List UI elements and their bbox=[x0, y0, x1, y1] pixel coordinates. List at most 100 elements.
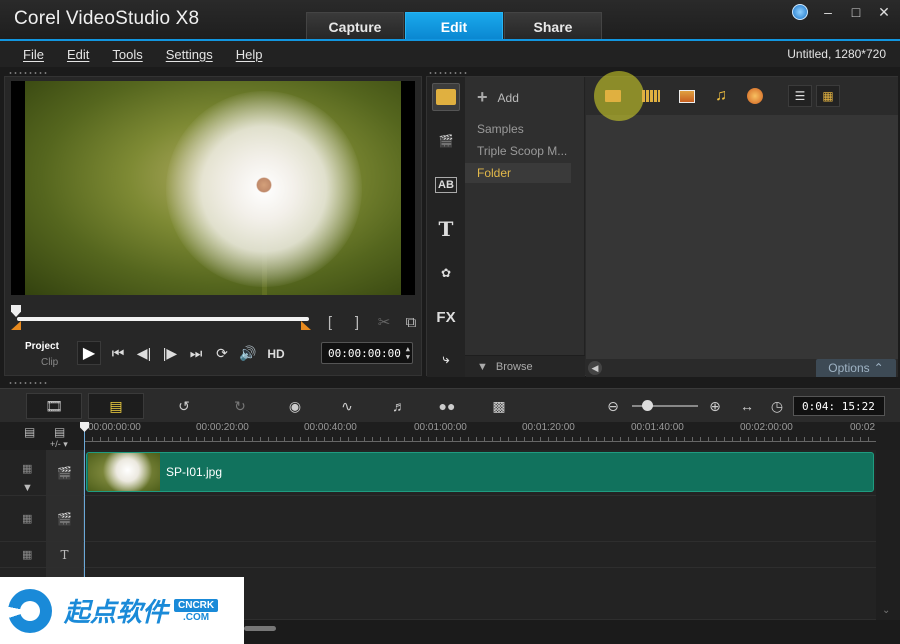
filter-icon[interactable]: FX bbox=[432, 303, 460, 331]
mark-out-button[interactable]: ] bbox=[350, 314, 364, 331]
scrubber-bar[interactable] bbox=[17, 317, 309, 321]
repeat-icon[interactable]: ⟳ bbox=[213, 345, 231, 362]
mode-clip[interactable]: Clip bbox=[25, 355, 59, 371]
dandelion-core bbox=[256, 177, 272, 193]
globe-icon[interactable] bbox=[792, 4, 808, 20]
ruler-label: 00:01:00:00 bbox=[414, 422, 467, 433]
options-button[interactable]: Options ⌃ bbox=[816, 359, 896, 377]
list-view-icon[interactable]: ☰ bbox=[788, 85, 812, 107]
undo-icon[interactable]: ↺ bbox=[172, 393, 196, 419]
folder-folder[interactable]: Folder bbox=[465, 163, 571, 183]
enlarge-preview-icon[interactable]: ⧉ bbox=[404, 314, 418, 331]
path-icon[interactable]: ⤷ bbox=[432, 345, 460, 373]
volume-icon[interactable]: 🔊 bbox=[239, 345, 257, 362]
collapse-left-icon[interactable]: ◀ bbox=[588, 361, 602, 375]
zoom-in-icon[interactable]: ⊕ bbox=[706, 393, 724, 419]
library-grip[interactable] bbox=[428, 71, 468, 75]
timeline-view-icon[interactable]: ▤ bbox=[88, 393, 144, 419]
browse-icon: ▼ bbox=[477, 360, 488, 373]
previous-frame-icon[interactable]: ◀| bbox=[135, 345, 153, 362]
track-lock-icon[interactable]: ▦ bbox=[22, 462, 32, 475]
video-filter-icon[interactable] bbox=[638, 85, 664, 107]
next-frame-icon[interactable]: |▶ bbox=[161, 345, 179, 362]
media-icon[interactable] bbox=[432, 83, 460, 111]
effects-filter-icon[interactable] bbox=[742, 85, 768, 107]
timeline-vertical-scrollbar[interactable]: ⌄ bbox=[876, 450, 900, 620]
end-icon[interactable]: ⏭ bbox=[187, 345, 205, 362]
graphic-icon[interactable]: ✿ bbox=[432, 259, 460, 287]
timeline-clip[interactable]: SP-I01.jpg bbox=[86, 452, 874, 492]
mode-selector[interactable]: Project Clip bbox=[25, 339, 59, 371]
tab-capture[interactable]: Capture bbox=[306, 12, 404, 40]
timecode-spinner-icon[interactable]: ▲ ▼ bbox=[406, 345, 410, 361]
folder-triple-scoop[interactable]: Triple Scoop M... bbox=[465, 141, 571, 161]
zoom-slider-knob[interactable] bbox=[642, 400, 653, 411]
play-button[interactable]: ▶ bbox=[77, 341, 101, 365]
redo-icon[interactable]: ↻ bbox=[228, 393, 252, 419]
menu-help[interactable]: Help bbox=[236, 47, 263, 62]
overlay-track: ▦ 🎬 bbox=[0, 496, 876, 542]
menu-file[interactable]: File bbox=[23, 47, 44, 62]
title-icon[interactable]: T bbox=[432, 215, 460, 243]
library-category-bar: 🎬 AB T ✿ FX ⤷ bbox=[427, 77, 465, 377]
browse-button[interactable]: ▼ Browse bbox=[465, 355, 585, 377]
instant-project-icon[interactable]: 🎬 bbox=[432, 127, 460, 155]
photo-filter-icon[interactable] bbox=[674, 85, 700, 107]
mark-in-button[interactable]: [ bbox=[323, 314, 337, 331]
close-button[interactable]: ✕ bbox=[876, 4, 892, 20]
scrubber-handle[interactable] bbox=[11, 305, 21, 317]
add-remove-chapter[interactable]: +/- ▾ bbox=[50, 439, 68, 450]
mode-project[interactable]: Project bbox=[25, 339, 59, 355]
tab-edit[interactable]: Edit bbox=[405, 12, 503, 40]
track-expand-icon[interactable]: ▼ bbox=[22, 482, 33, 494]
library-content[interactable]: ♫ ☰ ▦ ◀ Options ⌃ bbox=[586, 71, 898, 377]
watermark-text: 起点软件 bbox=[64, 597, 169, 627]
tab-share[interactable]: Share bbox=[504, 12, 602, 40]
track-lock-icon[interactable]: ▦ bbox=[22, 512, 32, 525]
show-all-tracks-icon[interactable]: ▤ bbox=[24, 425, 35, 439]
clock-icon: ◷ bbox=[770, 397, 784, 414]
minimize-button[interactable]: – bbox=[820, 4, 836, 20]
overlay-track-header[interactable]: 🎬 bbox=[46, 496, 84, 541]
player-timecode[interactable]: 00:00:00:00 ▲ ▼ bbox=[321, 342, 413, 364]
timeline-playhead-line[interactable] bbox=[84, 422, 85, 582]
storyboard-view-icon[interactable]: 🎞 bbox=[26, 393, 82, 419]
transition-icon[interactable]: AB bbox=[432, 171, 460, 199]
timeline-horizontal-scrollbar[interactable] bbox=[244, 626, 276, 631]
preview-window[interactable] bbox=[11, 81, 415, 295]
thumbnail-view-icon[interactable]: ▦ bbox=[816, 85, 840, 107]
subtitle-editor-icon[interactable]: ▩ bbox=[486, 393, 512, 419]
overlay-track-icon: 🎬 bbox=[57, 511, 72, 526]
add-folder-button[interactable]: + Add bbox=[477, 87, 519, 108]
auto-music-icon[interactable]: ♬ bbox=[386, 393, 412, 419]
timeline-grip[interactable] bbox=[8, 381, 48, 385]
mark-out-handle[interactable] bbox=[301, 321, 311, 330]
player-panel: [ ] ✂ ⧉ Project Clip ▶ ⏮ ◀| |▶ ⏭ ⟳ 🔊 HD … bbox=[4, 76, 422, 376]
fit-project-icon[interactable]: ↔ bbox=[738, 393, 756, 419]
scroll-down-icon[interactable]: ⌄ bbox=[882, 605, 890, 616]
watermark-badge-bottom: .COM bbox=[183, 611, 210, 623]
record-capture-icon[interactable]: ◉ bbox=[282, 393, 308, 419]
timeline-ruler[interactable]: 00:00:00:00 00:00:20:00 00:00:40:00 00:0… bbox=[84, 422, 876, 442]
mark-in-handle[interactable] bbox=[11, 321, 21, 330]
sound-mixer-icon[interactable]: ∿ bbox=[334, 393, 360, 419]
player-grip[interactable] bbox=[8, 71, 48, 75]
video-track-header[interactable]: 🎬 bbox=[46, 450, 84, 495]
menu-edit[interactable]: Edit bbox=[67, 47, 89, 62]
track-lock-icon[interactable]: ▦ bbox=[22, 548, 32, 561]
split-clip-icon[interactable]: ✂ bbox=[377, 313, 391, 331]
folder-icon[interactable] bbox=[600, 85, 626, 107]
window-controls: – □ ✕ bbox=[792, 4, 892, 20]
motion-tracking-icon[interactable]: ●● bbox=[432, 393, 462, 419]
home-icon[interactable]: ⏮ bbox=[109, 345, 127, 362]
menu-settings[interactable]: Settings bbox=[166, 47, 213, 62]
zoom-out-icon[interactable]: ⊖ bbox=[604, 393, 622, 419]
title-track-header[interactable]: T bbox=[46, 542, 84, 567]
folder-samples[interactable]: Samples bbox=[465, 119, 571, 139]
hd-preview-button[interactable]: HD bbox=[265, 347, 287, 361]
menu-tools[interactable]: Tools bbox=[112, 47, 142, 62]
track-manager-icon[interactable]: ▤ bbox=[54, 425, 65, 439]
ruler-label: 00:01:20:00 bbox=[522, 422, 575, 433]
maximize-button[interactable]: □ bbox=[848, 4, 864, 20]
audio-filter-icon[interactable]: ♫ bbox=[708, 85, 734, 107]
